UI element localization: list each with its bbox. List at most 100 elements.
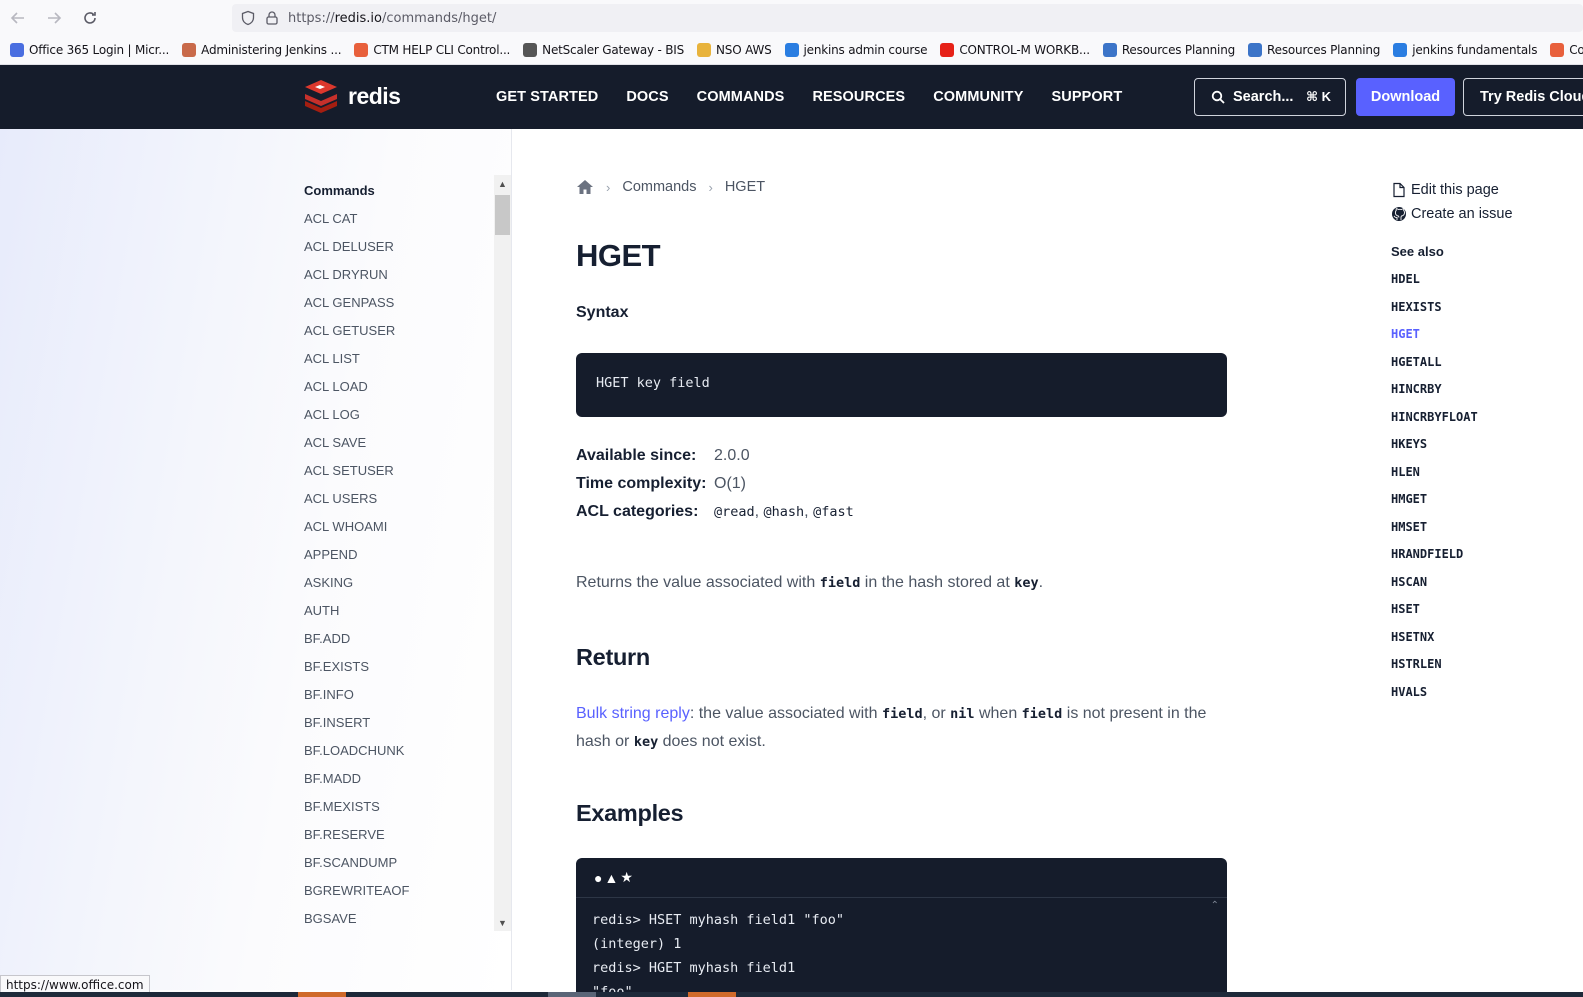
forward-button[interactable] (36, 0, 72, 36)
meta-time-complexity: Time complexity: O(1) (576, 470, 854, 498)
sidebar-command-item[interactable]: ACL LOAD (304, 373, 494, 401)
sidebar-command-item[interactable]: BF.INSERT (304, 709, 494, 737)
see-also-item[interactable]: HINCRBYFLOAT (1391, 404, 1581, 432)
address-bar[interactable]: https://redis.io/commands/hget/ (232, 4, 1583, 32)
sidebar-command-item[interactable]: BGREWRITEAOF (304, 877, 494, 905)
see-also-item[interactable]: HRANDFIELD (1391, 541, 1581, 569)
bookmark-item[interactable]: CTM HELP CLI Control... (354, 43, 510, 57)
bookmark-item[interactable]: Resources Planning (1248, 43, 1380, 57)
see-also-item[interactable]: HEXISTS (1391, 294, 1581, 322)
sidebar-command-item[interactable]: BF.MEXISTS (304, 793, 494, 821)
edit-icon (1393, 182, 1405, 198)
create-issue-link[interactable]: Create an issue (1391, 202, 1581, 226)
commands-heading: Commands (304, 183, 375, 198)
triangle-icon[interactable]: ▲ (604, 870, 618, 886)
sidebar-command-item[interactable]: ACL DELUSER (304, 233, 494, 261)
see-also-item[interactable]: HSETNX (1391, 624, 1581, 652)
see-also-item[interactable]: HGETALL (1391, 349, 1581, 377)
sidebar-command-item[interactable]: ACL USERS (304, 485, 494, 513)
download-button[interactable]: Download (1356, 78, 1455, 116)
chevron-up-icon[interactable]: ⌃ (1211, 900, 1219, 911)
star-icon[interactable]: ★ (620, 869, 633, 886)
sidebar-command-item[interactable]: ACL GETUSER (304, 317, 494, 345)
sidebar-command-item[interactable]: BF.EXISTS (304, 653, 494, 681)
sidebar-command-item[interactable]: ACL GENPASS (304, 289, 494, 317)
sidebar-command-item[interactable]: BF.INFO (304, 681, 494, 709)
sidebar-command-item[interactable]: BF.RESERVE (304, 821, 494, 849)
search-button[interactable]: Search... ⌘ K (1194, 78, 1346, 116)
nav-community[interactable]: COMMUNITY (933, 89, 1023, 105)
scroll-up-icon[interactable]: ▲ (494, 175, 511, 192)
nav-support[interactable]: SUPPORT (1052, 89, 1123, 105)
see-also-item[interactable]: HSTRLEN (1391, 651, 1581, 679)
bookmark-label: CTM HELP CLI Control... (373, 43, 511, 57)
scroll-down-icon[interactable]: ▼ (494, 914, 511, 931)
see-also-item[interactable]: HGET (1391, 321, 1581, 349)
sidebar-command-item[interactable]: BF.LOADCHUNK (304, 737, 494, 765)
site-header: redis GET STARTED DOCS COMMANDS RESOURCES CO… (0, 65, 1583, 129)
see-also-item[interactable]: HLEN (1391, 459, 1581, 487)
nav-get-started[interactable]: GET STARTED (496, 89, 598, 105)
bookmark-item[interactable]: Administering Jenkins ... (182, 43, 342, 57)
taskbar-app[interactable] (298, 992, 346, 997)
example-terminal[interactable]: ● ▲ ★ redis> HSET myhash field1 "foo" (in… (576, 858, 1227, 997)
edit-page-link[interactable]: Edit this page (1391, 178, 1581, 202)
nav-commands[interactable]: COMMANDS (697, 89, 785, 105)
link-icon (1393, 43, 1408, 57)
see-also-item[interactable]: HINCRBY (1391, 376, 1581, 404)
sidebar-command-item[interactable]: BF.ADD (304, 625, 494, 653)
see-also-item[interactable]: HDEL (1391, 266, 1581, 294)
sidebar-command-item[interactable]: ASKING (304, 569, 494, 597)
bookmark-item[interactable]: jenkins fundamentals (1393, 43, 1537, 57)
see-also-item[interactable]: HVALS (1391, 679, 1581, 707)
try-redis-cloud-button[interactable]: Try Redis Cloud (1463, 78, 1583, 116)
ctm-icon (354, 43, 369, 57)
see-also-item[interactable]: HSET (1391, 596, 1581, 624)
browser-toolbar: https://redis.io/commands/hget/ (0, 0, 1583, 36)
acl-category: @hash (763, 504, 805, 520)
see-also-item[interactable]: HKEYS (1391, 431, 1581, 459)
sidebar-command-item[interactable]: BGSAVE (304, 905, 494, 933)
scroll-thumb[interactable] (495, 195, 510, 235)
see-also-item[interactable]: HMGET (1391, 486, 1581, 514)
bookmark-item[interactable]: jenkins admin course (784, 43, 928, 57)
back-button[interactable] (0, 0, 36, 36)
sidebar-command-item[interactable]: ACL LOG (304, 401, 494, 429)
sidebar-command-item[interactable]: BF.MADD (304, 765, 494, 793)
sidebar-command-item[interactable]: BF.SCANDUMP (304, 849, 494, 877)
ctm-icon (1550, 43, 1565, 57)
nav-resources[interactable]: RESOURCES (812, 89, 905, 105)
meta-value: O(1) (714, 475, 746, 492)
meta-label: Time complexity: (576, 475, 707, 492)
sidebar-command-item[interactable]: ACL SETUSER (304, 457, 494, 485)
nav-docs[interactable]: DOCS (626, 89, 668, 105)
sidebar-command-item[interactable]: APPEND (304, 541, 494, 569)
redis-logo[interactable]: redis (302, 79, 401, 113)
home-icon[interactable] (576, 179, 594, 195)
bookmark-item[interactable]: CONTROL-M WORKB... (940, 43, 1090, 57)
meta-available-since: Available since: 2.0.0 (576, 442, 854, 470)
sidebar-scrollbar[interactable]: ▲ ▼ (494, 175, 511, 931)
bookmark-item[interactable]: NetScaler Gateway - BIS (523, 43, 684, 57)
breadcrumb-commands[interactable]: Commands (622, 179, 696, 195)
circle-icon[interactable]: ● (594, 870, 602, 886)
see-also-item[interactable]: HMSET (1391, 514, 1581, 542)
page-title: HGET (576, 238, 661, 273)
dbi-icon (1102, 43, 1117, 57)
taskbar-app[interactable] (688, 992, 736, 997)
bookmark-item[interactable]: Control-M/Enterpri (1550, 43, 1583, 57)
sidebar-command-item[interactable]: ACL SAVE (304, 429, 494, 457)
sidebar-command-item[interactable]: ACL CAT (304, 205, 494, 233)
bookmark-item[interactable]: Resources Planning (1102, 43, 1235, 57)
taskbar-app[interactable] (548, 992, 596, 997)
sidebar-command-item[interactable]: AUTH (304, 597, 494, 625)
bookmark-item[interactable]: Office 365 Login | Micr... (10, 43, 169, 57)
bulk-string-reply-link[interactable]: Bulk string reply (576, 705, 690, 722)
reload-button[interactable] (72, 0, 108, 36)
sidebar-command-item[interactable]: ACL DRYRUN (304, 261, 494, 289)
bookmark-item[interactable]: NSO AWS (697, 43, 772, 57)
sidebar-command-item[interactable]: ACL LIST (304, 345, 494, 373)
see-also-item[interactable]: HSCAN (1391, 569, 1581, 597)
sidebar-command-item[interactable]: ACL WHOAMI (304, 513, 494, 541)
chevron-right-icon: › (606, 179, 611, 195)
